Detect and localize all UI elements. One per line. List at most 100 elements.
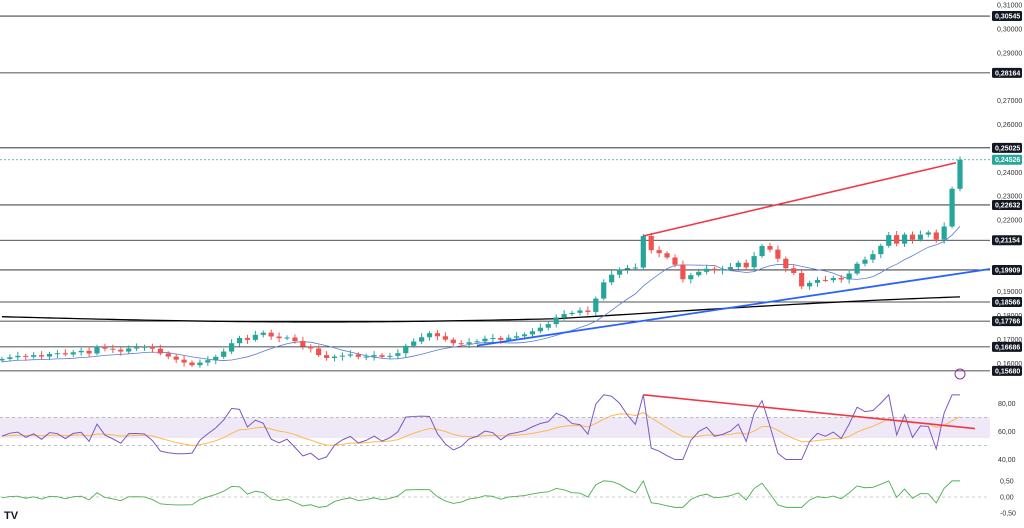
level-price-label: 0,25025 [995,145,1020,152]
candle-body [577,310,583,313]
rsi-tick-label: 60,00 [998,429,1016,436]
candle-body [347,354,353,356]
candle-body [70,352,76,355]
candle-body [514,336,520,338]
candle-body [292,337,298,342]
candle-body [62,353,68,355]
candle-body [244,337,251,340]
candle-body [545,324,551,328]
candle-body [680,264,686,280]
candle-body [743,262,749,268]
candle-body [640,236,646,268]
candle-body [656,250,662,254]
candle-body [31,355,37,357]
candle-body [616,269,623,275]
price-tick-label: 0,31000 [997,3,1022,10]
tradingview-logo: TV [4,510,19,522]
candle-body [189,362,195,366]
candle-body [331,356,338,359]
price-tick-label: 0,26000 [997,122,1022,129]
candle-body [498,337,504,340]
candle-body [957,159,963,189]
candle-body [387,355,393,357]
candle-body [846,273,852,280]
candle-body [624,268,631,270]
candle-body [403,345,409,354]
candle-body [395,353,401,356]
candle-body [767,246,773,250]
candle-body [482,338,488,342]
candle-body [735,262,741,268]
candle-body [339,355,346,357]
candle-body [901,234,908,244]
candle-body [7,357,13,359]
candle-body [688,275,694,280]
candle-body [466,342,472,344]
candle-body [949,188,955,227]
candle-body [86,350,92,354]
candle-body [719,269,726,271]
candle-body [229,343,235,352]
price-chart[interactable]: 0,31000 0,30000 0,29000 0,27000 0,26000 0,240… [0,0,1024,528]
oscillator-tick-label: 0,50 [1000,479,1014,486]
level-price-label: 0,21154 [995,238,1020,245]
candle-body [141,346,148,348]
candle-body [791,268,797,274]
candle-body [609,274,615,283]
candle-body [490,337,496,339]
candle-body [458,343,464,345]
candle-body [854,263,860,274]
candle-body [561,314,567,318]
candle-body [308,346,314,349]
candle-body [157,348,163,354]
candle-body [252,334,258,340]
candle-body [909,234,916,240]
candle-body [276,336,282,339]
candle-body [78,350,84,353]
candle-body [672,257,678,265]
resistance-trendline [643,161,957,237]
candle-body [822,279,829,281]
candle-body [569,312,575,315]
candle-body [419,337,425,342]
candle-body [126,348,132,352]
level-price-label: 0,15680 [995,368,1020,375]
candle-body [553,317,559,325]
price-tick-label: 0,23000 [997,194,1022,201]
candle-body [506,337,512,340]
candle-body [727,267,733,270]
candle-body [601,282,607,299]
candle-body [205,360,211,363]
candle-body [775,249,781,259]
candle-body [38,355,45,357]
candle-body [236,337,243,344]
candle-body [521,334,528,337]
candle-body [94,346,100,354]
candle-body [830,278,836,281]
candle-body [165,353,171,357]
candle-body [799,273,805,287]
candle-body [878,245,884,255]
candle-body [149,346,156,349]
candle-body [434,333,441,337]
candle-body [371,355,377,357]
candle-body [474,341,480,343]
candle-body [711,268,718,271]
candle-body [783,258,789,269]
price-tick-label: 0,19000 [997,289,1022,296]
price-tick-label: 0,22000 [997,218,1022,225]
rsi-tick-label: 80,00 [998,401,1016,408]
candle-body [894,235,900,244]
candle-body [870,254,876,260]
candle-body [300,341,306,347]
candle-body [696,271,702,276]
candle-body [102,346,108,349]
rsi-tick-label: 40,00 [998,457,1016,464]
candle-body [118,349,124,352]
candle-body [593,298,599,312]
level-price-label: 0,30545 [995,14,1020,21]
price-tick-label: 0,27000 [997,98,1022,105]
oscillator-tick-label: -0,50 [1000,510,1016,517]
current-price-label: 0,24526 [995,157,1020,164]
candle-body [648,236,654,251]
